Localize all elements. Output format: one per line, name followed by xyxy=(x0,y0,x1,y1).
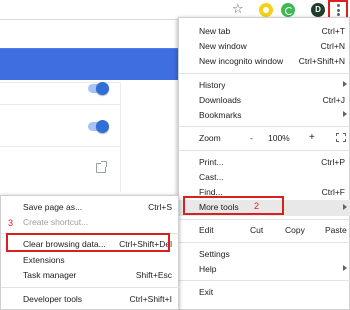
menu-item-label: Bookmarks xyxy=(199,110,242,120)
menu-item-label: Exit xyxy=(199,287,214,297)
page-header-bar xyxy=(0,48,180,80)
menu-item-label: New window xyxy=(199,41,247,51)
setting-toggle[interactable] xyxy=(88,120,109,133)
submenu-arrow-icon xyxy=(343,81,347,87)
divider xyxy=(120,82,121,192)
menu-separator xyxy=(179,73,350,74)
zoom-in-button[interactable]: + xyxy=(309,132,315,143)
menu-item-history[interactable]: History xyxy=(179,79,350,93)
menu-item-label: Downloads xyxy=(199,95,242,105)
profile-avatar[interactable]: D xyxy=(311,3,325,17)
menu-item-label: Create shortcut... xyxy=(23,217,89,227)
menu-item-exit[interactable]: Exit xyxy=(179,286,350,300)
menu-item-new-tab[interactable]: New tab Ctrl+T xyxy=(179,25,350,39)
submenu-item-task-manager[interactable]: Task manager Shift+Esc xyxy=(1,269,180,283)
menu-item-label: History xyxy=(199,80,226,90)
menu-item-help[interactable]: Help xyxy=(179,263,350,277)
shortcut-text: Ctrl+N xyxy=(320,41,345,51)
menu-separator xyxy=(179,126,350,127)
menu-separator xyxy=(179,150,350,151)
menu-item-label: New tab xyxy=(199,26,231,36)
shortcut-text: Ctrl+J xyxy=(322,95,345,105)
menu-item-new-incognito-window[interactable]: New incognito window Ctrl+Shift+N xyxy=(179,55,350,69)
copy-button[interactable]: Copy xyxy=(285,225,305,235)
menu-item-label: Help xyxy=(199,264,217,274)
submenu-item-developer-tools[interactable]: Developer tools Ctrl+Shift+I xyxy=(1,293,180,307)
menu-item-zoom: Zoom - 100% + xyxy=(179,132,350,146)
submenu-item-create-shortcut: Create shortcut... xyxy=(1,216,180,230)
menu-separator xyxy=(179,242,350,243)
menu-item-label: Developer tools xyxy=(23,294,83,304)
menu-separator xyxy=(1,287,180,288)
submenu-arrow-icon xyxy=(343,204,347,210)
shortcut-text: Ctrl+P xyxy=(321,157,345,167)
extension-green-icon[interactable] xyxy=(281,3,295,17)
more-tools-submenu: Save page as... Ctrl+S Create shortcut..… xyxy=(0,195,180,310)
menu-item-new-window[interactable]: New window Ctrl+N xyxy=(179,40,350,54)
menu-item-label: Cast... xyxy=(199,172,224,182)
zoom-level: 100% xyxy=(268,133,290,143)
menu-item-bookmarks[interactable]: Bookmarks xyxy=(179,109,350,123)
menu-item-settings[interactable]: Settings xyxy=(179,248,350,262)
menu-item-downloads[interactable]: Downloads Ctrl+J xyxy=(179,94,350,108)
fullscreen-icon[interactable] xyxy=(336,133,346,142)
setting-toggle[interactable] xyxy=(88,82,109,95)
submenu-arrow-icon xyxy=(343,111,347,117)
bookmark-star-icon[interactable]: ☆ xyxy=(232,2,246,16)
step-number-3: 3 xyxy=(8,218,14,228)
menu-item-label: Settings xyxy=(199,249,230,259)
chrome-main-menu: New tab Ctrl+T New window Ctrl+N New inc… xyxy=(178,17,350,310)
menu-item-edit: Edit Cut Copy Paste xyxy=(179,224,350,238)
menu-item-label: Save page as... xyxy=(23,202,83,212)
menu-item-label: Zoom xyxy=(199,133,221,143)
divider xyxy=(0,104,120,105)
menu-separator xyxy=(179,280,350,281)
submenu-item-extensions[interactable]: Extensions xyxy=(1,254,180,268)
shortcut-text: Ctrl+Shift+I xyxy=(129,294,172,304)
cut-button[interactable]: Cut xyxy=(250,225,263,235)
divider xyxy=(0,146,120,147)
shortcut-text: Ctrl+F xyxy=(321,187,345,197)
submenu-arrow-icon xyxy=(343,265,347,271)
menu-item-cast[interactable]: Cast... xyxy=(179,171,350,185)
menu-item-label: Print... xyxy=(199,157,224,167)
menu-item-label: New incognito window xyxy=(199,56,284,66)
paste-button[interactable]: Paste xyxy=(325,225,347,235)
shortcut-text: Ctrl+S xyxy=(148,202,172,212)
highlight-more-tools xyxy=(183,196,284,215)
shortcut-text: Ctrl+T xyxy=(321,26,345,36)
menu-separator xyxy=(179,219,350,220)
extension-yellow-icon[interactable] xyxy=(259,3,273,17)
submenu-item-save-page[interactable]: Save page as... Ctrl+S xyxy=(1,201,180,215)
kebab-menu-icon xyxy=(337,4,340,16)
step-number-2: 2 xyxy=(254,201,260,211)
menu-item-label: Edit xyxy=(199,225,214,235)
highlight-clear-browsing-data xyxy=(6,233,170,252)
menu-item-label: Task manager xyxy=(23,270,77,280)
menu-item-label: Extensions xyxy=(23,255,65,265)
shortcut-text: Shift+Esc xyxy=(135,270,172,280)
zoom-out-button[interactable]: - xyxy=(250,133,253,143)
shortcut-text: Ctrl+Shift+N xyxy=(298,56,345,66)
open-external-icon[interactable] xyxy=(96,161,107,173)
menu-item-print[interactable]: Print... Ctrl+P xyxy=(179,156,350,170)
